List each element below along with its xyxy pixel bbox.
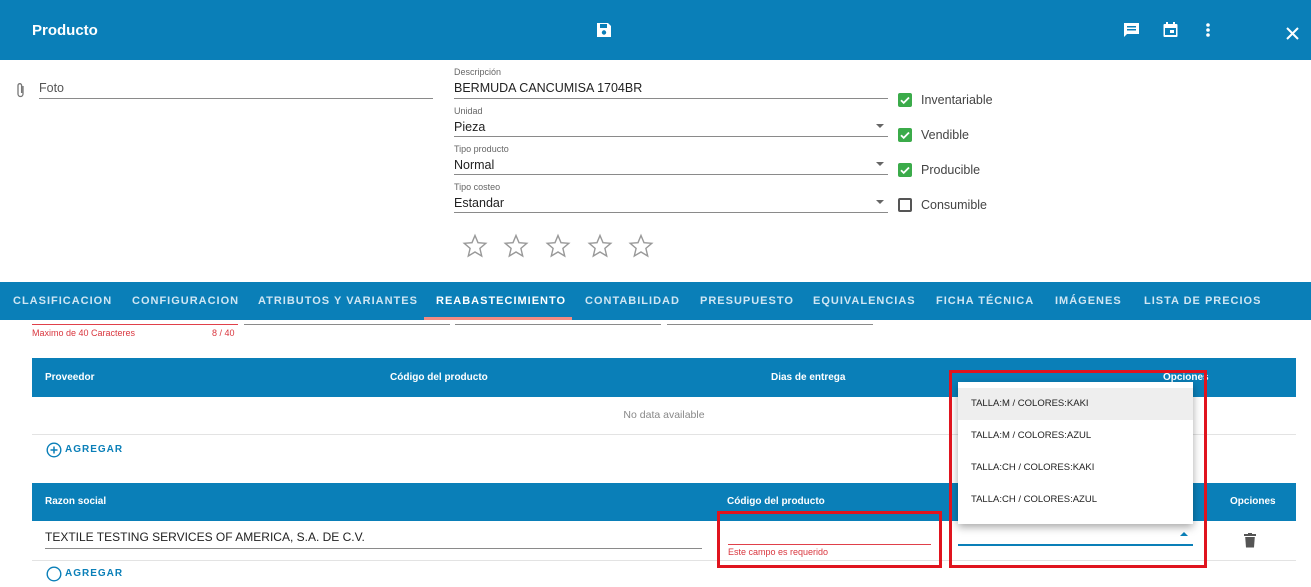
tab-atributos-variantes[interactable]: ATRIBUTOS Y VARIANTES (258, 295, 418, 307)
app-header: Producto (0, 0, 1311, 60)
col-codigo-producto: Código del producto (390, 372, 488, 383)
char-counter: 8 / 40 (212, 328, 235, 338)
foto-underline (39, 98, 433, 99)
col-codigo-producto: Código del producto (727, 496, 825, 507)
paperclip-icon[interactable] (16, 82, 26, 103)
tipo-producto-select[interactable]: Normal (454, 158, 494, 172)
col-proveedor: Proveedor (45, 372, 95, 383)
tab-configuracion[interactable]: CONFIGURACION (132, 295, 239, 307)
char-limit-hint: Maximo de 40 Caracteres (32, 328, 136, 338)
save-icon[interactable] (594, 20, 614, 40)
razon-social-value[interactable]: TEXTILE TESTING SERVICES OF AMERICA, S.A… (45, 530, 365, 544)
tipo-producto-underline (454, 174, 888, 175)
star-icon[interactable] (628, 233, 654, 259)
tab-bar: CLASIFICACION CONFIGURACION ATRIBUTOS Y … (0, 282, 1311, 320)
tab-ficha-tecnica[interactable]: FICHA TÉCNICA (936, 295, 1034, 307)
tipo-producto-label: Tipo producto (454, 144, 509, 154)
highlight-box (949, 370, 1207, 568)
star-icon[interactable] (545, 233, 571, 259)
tipo-costeo-select[interactable]: Estandar (454, 196, 504, 210)
chevron-down-icon[interactable] (876, 124, 884, 128)
producible-checkbox[interactable] (898, 163, 912, 177)
highlight-box (717, 511, 942, 568)
inventariable-checkbox[interactable] (898, 93, 912, 107)
descripcion-input[interactable]: BERMUDA CANCUMISA 1704BR (454, 81, 642, 95)
descripcion-label: Descripción (454, 67, 502, 77)
star-icon[interactable] (462, 233, 488, 259)
col-dias-entrega: Dias de entrega (771, 372, 846, 383)
delete-icon[interactable] (1244, 533, 1256, 553)
col-razon-social: Razon social (45, 496, 107, 507)
col-opciones: Opciones (1230, 496, 1276, 507)
agregar-razon-social-button[interactable]: AGREGAR (65, 568, 123, 579)
field-underline-error (32, 324, 238, 325)
unidad-label: Unidad (454, 106, 483, 116)
foto-field[interactable]: Foto (39, 81, 64, 95)
field-underline (667, 324, 873, 325)
star-icon[interactable] (587, 233, 613, 259)
page-title: Producto (32, 22, 98, 39)
unidad-underline (454, 136, 888, 137)
tab-imagenes[interactable]: IMÁGENES (1055, 295, 1122, 307)
add-circle-icon[interactable] (46, 442, 62, 458)
unidad-select[interactable]: Pieza (454, 120, 485, 134)
tab-contabilidad[interactable]: CONTABILIDAD (585, 295, 680, 307)
tipo-costeo-label: Tipo costeo (454, 182, 501, 192)
field-underline (244, 324, 450, 325)
consumible-checkbox[interactable] (898, 198, 912, 212)
inventariable-label: Inventariable (921, 93, 993, 107)
chevron-down-icon[interactable] (876, 200, 884, 204)
close-icon[interactable] (1282, 23, 1302, 43)
active-tab-indicator (424, 317, 572, 320)
razon-social-underline (45, 548, 702, 549)
chevron-down-icon[interactable] (876, 162, 884, 166)
add-circle-icon[interactable] (46, 566, 62, 582)
tab-presupuesto[interactable]: PRESUPUESTO (700, 295, 794, 307)
tab-equivalencias[interactable]: EQUIVALENCIAS (813, 295, 916, 307)
calendar-icon[interactable] (1160, 20, 1180, 40)
field-underline (455, 324, 661, 325)
consumible-label: Consumible (921, 198, 988, 212)
tab-reabastecimiento[interactable]: REABASTECIMIENTO (436, 295, 566, 307)
tab-clasificacion[interactable]: CLASIFICACION (13, 295, 112, 307)
more-vert-icon[interactable] (1198, 20, 1218, 40)
vendible-checkbox[interactable] (898, 128, 912, 142)
tab-lista-de-precios[interactable]: LISTA DE PRECIOS (1144, 295, 1261, 307)
vendible-label: Vendible (921, 128, 969, 142)
comment-icon[interactable] (1121, 20, 1141, 40)
star-icon[interactable] (503, 233, 529, 259)
descripcion-underline (454, 98, 888, 99)
agregar-proveedor-button[interactable]: AGREGAR (65, 444, 123, 455)
producible-label: Producible (921, 163, 981, 177)
tipo-costeo-underline (454, 212, 888, 213)
